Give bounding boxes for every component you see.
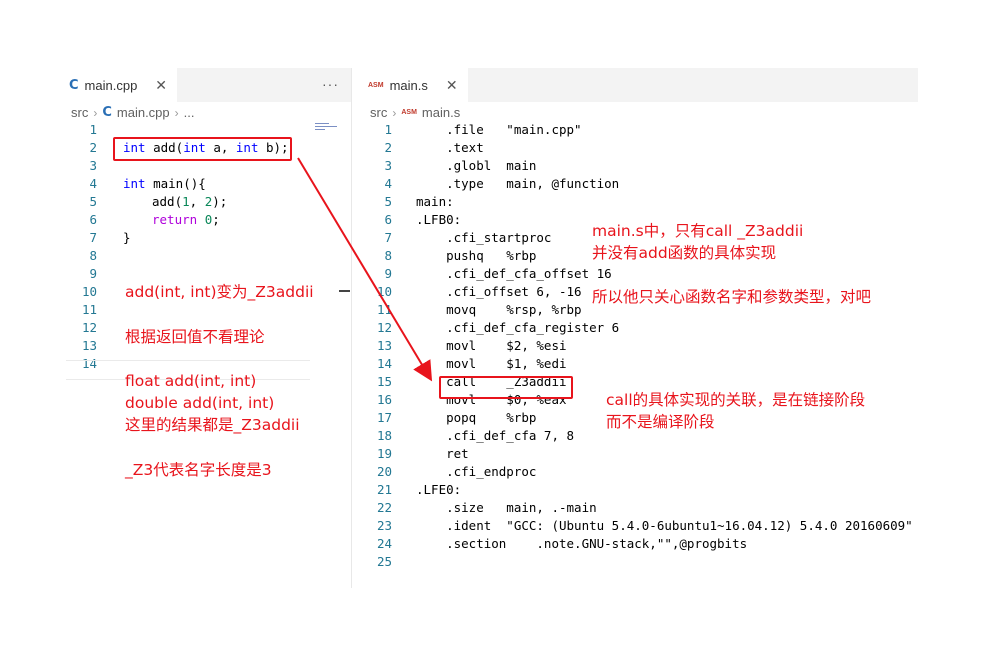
note-main-s: main.s中，只有call _Z3addii 并没有add函数的具体实现 <box>592 222 804 262</box>
note-overloads: float add(int, int) double add(int, int)… <box>125 372 300 434</box>
note-link-stage: call的具体实现的关联，是在链接阶段 而不是编译阶段 <box>606 391 866 431</box>
note-return-value: 根据返回值不看理论 <box>125 328 265 346</box>
note-only-name-params: 所以他只关心函数名字和参数类型，对吧 <box>592 288 872 306</box>
note-z3-length: _Z3代表名字长度是3 <box>125 461 272 479</box>
note-mangled-name: add(int, int)变为_Z3addii <box>125 283 314 301</box>
